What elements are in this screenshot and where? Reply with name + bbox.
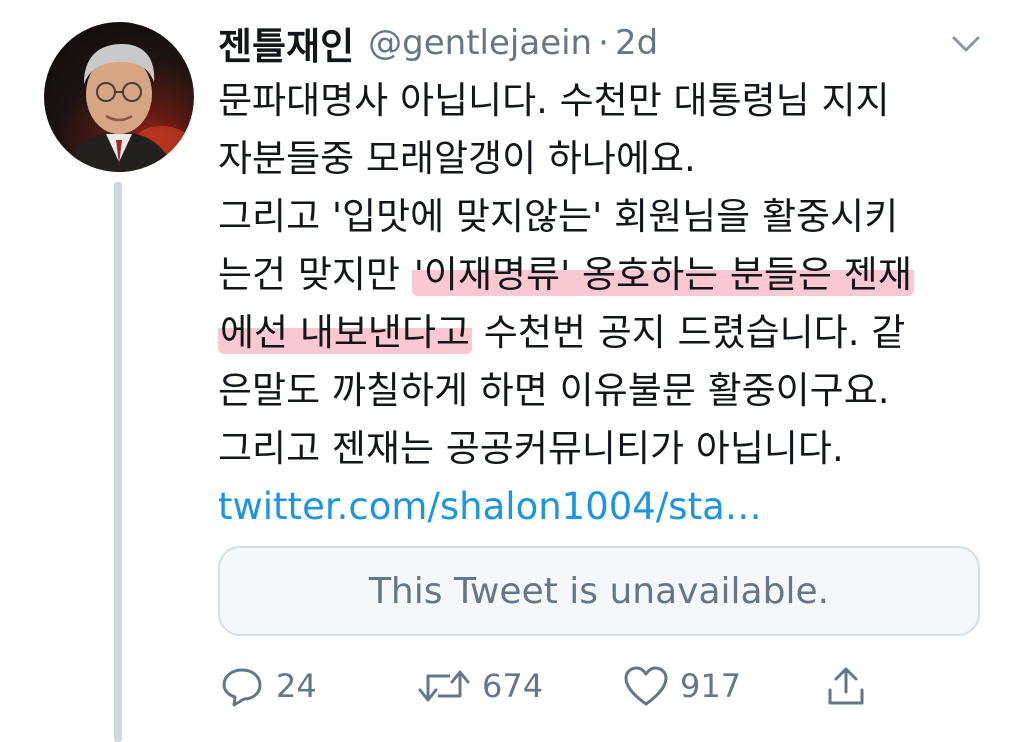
timestamp[interactable]: 2d (615, 23, 658, 63)
heart-icon (624, 666, 668, 706)
quoted-tweet-card[interactable]: This Tweet is unavailable. (218, 546, 980, 636)
text-segment: 는건 맞지만 (218, 253, 412, 296)
separator-dot: · (598, 23, 609, 63)
chevron-down-icon[interactable] (946, 28, 986, 60)
tweet-text-line: 자분들중 모래알갱이 하나에요. (218, 137, 696, 180)
highlighted-text: '이재명류' 옹호하는 분들은 젠재 (411, 253, 914, 296)
avatar[interactable] (44, 22, 194, 172)
highlighted-text: 에선 내보낸다고 (218, 311, 473, 354)
tweet-text-line: 그리고 '입맛에 맞지않는' 회원님을 활중시키 (218, 195, 899, 238)
tweet-link[interactable]: twitter.com/shalon1004/sta… (218, 485, 762, 528)
like-button[interactable]: 917 (622, 660, 741, 712)
reply-button[interactable]: 24 (218, 660, 317, 712)
tweet-text-line: 문파대명사 아닙니다. 수천만 대통령님 지지 (218, 79, 890, 122)
retweet-button[interactable]: 674 (416, 660, 543, 712)
retweet-count: 674 (482, 667, 544, 705)
text-segment: 수천번 공지 드렸습니다. 같 (472, 311, 906, 354)
tweet-actions: 24 674 917 (218, 660, 978, 712)
tweet-text-line: twitter.com/shalon1004/sta… (218, 478, 1008, 536)
profile-photo (64, 44, 188, 172)
display-name[interactable]: 젠틀재인 (218, 16, 354, 70)
tweet-header: 젠틀재인 @gentlejaein · 2d (218, 18, 984, 68)
retweet-icon (418, 670, 470, 702)
reply-count: 24 (276, 667, 317, 705)
share-button[interactable] (824, 660, 868, 712)
user-handle[interactable]: @gentlejaein (368, 23, 592, 63)
tweet-text-line: 는건 맞지만 '이재명류' 옹호하는 분들은 젠재 (218, 246, 1008, 304)
tweet-text-line: 은말도 까칠하게 하면 이유불문 활중이구요. (218, 369, 890, 412)
like-count: 917 (680, 667, 742, 705)
tweet-text-line: 그리고 젠재는 공공커뮤니티가 아닙니다. (218, 427, 844, 470)
reply-icon (222, 668, 262, 707)
thread-connector-line (114, 182, 122, 742)
unavailable-message: This Tweet is unavailable. (368, 570, 830, 612)
tweet-text-line: 에선 내보낸다고 수천번 공지 드렸습니다. 같 (218, 304, 1008, 362)
tweet-text: 문파대명사 아닙니다. 수천만 대통령님 지지 자분들중 모래알갱이 하나에요.… (218, 72, 1008, 536)
share-icon (828, 667, 864, 705)
